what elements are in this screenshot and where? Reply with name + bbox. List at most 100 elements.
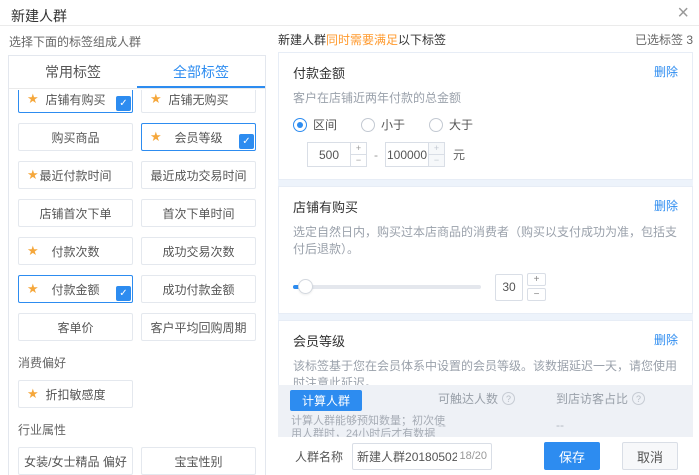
delete-link[interactable]: 删除 bbox=[654, 197, 678, 214]
section-consume-preference: 消费偏好 bbox=[18, 354, 256, 371]
stat-reachable-count: 可触达人数 ? -- bbox=[438, 390, 515, 432]
radio-icon bbox=[293, 118, 307, 132]
radio-range[interactable]: 区间 bbox=[293, 116, 337, 133]
radio-label: 小于 bbox=[381, 116, 405, 133]
tag-grid-industry: 女装/女士精品 偏好 宝宝性别 宝宝年龄 所在地区气温 bbox=[18, 447, 256, 475]
tag-item[interactable]: ★ 店铺有购买 ✓ bbox=[18, 90, 133, 113]
tag-picker-panel: 常用标签 全部标签 ★ 店铺有购买 ✓ ★ 店铺无购买 购买商品 ★ bbox=[8, 55, 266, 475]
stat-store-visit-ratio: 到店访客占比 ? -- bbox=[556, 390, 645, 432]
close-icon[interactable]: × bbox=[677, 1, 689, 25]
stat-label: 到店访客占比 bbox=[556, 390, 628, 407]
star-icon: ★ bbox=[27, 167, 39, 183]
slider-track[interactable] bbox=[293, 285, 481, 289]
tag-item[interactable]: ★ 最近付款时间 bbox=[18, 161, 133, 189]
selected-tags-area: 付款金额 删除 客户在店铺近两年付款的总金额 区间 小于 大于 bbox=[278, 52, 693, 385]
char-counter: 18/20 bbox=[459, 450, 487, 462]
tag-label: 成功交易次数 bbox=[162, 243, 234, 260]
right-panel-heading: 已选标签 3 新建人群同时需要满足以下标签 bbox=[278, 31, 693, 48]
tag-item[interactable]: 客户平均回购周期 bbox=[141, 313, 256, 341]
tag-item[interactable]: 店铺首次下单 bbox=[18, 199, 133, 227]
days-stepper[interactable]: + − bbox=[527, 273, 546, 301]
tag-item[interactable]: 宝宝性别 bbox=[141, 447, 256, 475]
tag-item[interactable]: 最近成功交易时间 bbox=[141, 161, 256, 189]
days-slider-row: + − bbox=[293, 273, 678, 301]
radio-greater-than[interactable]: 大于 bbox=[429, 116, 473, 133]
plus-icon[interactable]: + bbox=[351, 143, 366, 155]
tag-item[interactable]: ★ 折扣敏感度 bbox=[18, 380, 133, 408]
plus-icon[interactable]: + bbox=[429, 143, 444, 155]
stat-value: -- bbox=[556, 418, 645, 432]
tag-item[interactable]: ★ 付款次数 bbox=[18, 237, 133, 265]
range-min-input[interactable] bbox=[307, 142, 351, 167]
star-icon: ★ bbox=[150, 91, 162, 107]
help-icon[interactable]: ? bbox=[502, 392, 515, 405]
heading-highlight: 同时需要满足 bbox=[326, 33, 398, 47]
tag-item[interactable]: ★ 店铺无购买 bbox=[141, 90, 256, 113]
tag-label: 首次下单时间 bbox=[162, 205, 234, 222]
days-input[interactable] bbox=[495, 274, 523, 301]
heading-prefix: 新建人群 bbox=[278, 33, 326, 47]
minus-icon[interactable]: − bbox=[429, 155, 444, 166]
selected-count: 已选标签 3 bbox=[635, 31, 693, 48]
tag-item[interactable]: 成功交易次数 bbox=[141, 237, 256, 265]
audience-name-field: 18/20 bbox=[352, 443, 492, 470]
dialog-header: 新建人群 × bbox=[0, 0, 699, 26]
card-payment-amount: 付款金额 删除 客户在店铺近两年付款的总金额 区间 小于 大于 bbox=[278, 52, 693, 180]
range-separator: - bbox=[374, 148, 378, 162]
star-icon: ★ bbox=[27, 281, 39, 297]
tag-list[interactable]: ★ 店铺有购买 ✓ ★ 店铺无购买 购买商品 ★ 会员等级 ✓ ★ bbox=[9, 90, 265, 475]
max-stepper[interactable]: + − bbox=[429, 142, 445, 167]
tag-label: 客户平均回购周期 bbox=[150, 319, 246, 336]
tag-item[interactable]: 女装/女士精品 偏好 bbox=[18, 447, 133, 475]
card-title: 会员等级 bbox=[293, 331, 678, 350]
tag-label: 客单价 bbox=[57, 319, 93, 336]
tag-item[interactable]: 首次下单时间 bbox=[141, 199, 256, 227]
radio-less-than[interactable]: 小于 bbox=[361, 116, 405, 133]
tag-tabs: 常用标签 全部标签 bbox=[9, 56, 265, 89]
radio-icon bbox=[429, 118, 443, 132]
minus-icon[interactable]: − bbox=[351, 155, 366, 166]
tag-label: 购买商品 bbox=[51, 129, 99, 146]
stat-value: -- bbox=[438, 418, 515, 432]
save-button[interactable]: 保存 bbox=[544, 442, 600, 470]
tag-label: 女装/女士精品 偏好 bbox=[24, 453, 127, 470]
tab-common-tags[interactable]: 常用标签 bbox=[9, 56, 137, 88]
star-icon: ★ bbox=[27, 243, 39, 259]
slider-handle[interactable] bbox=[298, 279, 313, 294]
card-title: 店铺有购买 bbox=[293, 197, 678, 216]
range-unit: 元 bbox=[453, 146, 465, 163]
cancel-button[interactable]: 取消 bbox=[622, 442, 678, 470]
plus-icon[interactable]: + bbox=[527, 273, 546, 286]
audience-name-input[interactable] bbox=[357, 449, 457, 463]
min-stepper[interactable]: + − bbox=[351, 142, 367, 167]
range-max-input[interactable] bbox=[385, 142, 429, 167]
tag-grid-consume: ★ 折扣敏感度 bbox=[18, 380, 256, 408]
card-description: 客户在店铺近两年付款的总金额 bbox=[293, 89, 678, 106]
create-audience-dialog: 新建人群 × 选择下面的标签组成人群 常用标签 全部标签 ★ 店铺有购买 ✓ ★… bbox=[0, 0, 699, 475]
tag-label: 折扣敏感度 bbox=[45, 386, 105, 403]
delete-link[interactable]: 删除 bbox=[654, 63, 678, 80]
minus-icon[interactable]: − bbox=[527, 288, 546, 301]
tag-label: 宝宝性别 bbox=[174, 453, 222, 470]
card-description: 选定自然日内，购买过本店商品的消费者（购买以支付成功为准，包括支付后退款）。 bbox=[293, 223, 678, 257]
tag-item[interactable]: 成功付款金额 bbox=[141, 275, 256, 303]
radio-label: 区间 bbox=[313, 116, 337, 133]
tag-item[interactable]: ★ 会员等级 ✓ bbox=[141, 123, 256, 151]
tag-label: 最近成功交易时间 bbox=[150, 167, 246, 184]
tab-all-tags[interactable]: 全部标签 bbox=[137, 56, 265, 88]
tag-label: 店铺有购买 bbox=[45, 91, 105, 108]
tag-item[interactable]: 客单价 bbox=[18, 313, 133, 341]
tag-item[interactable]: 购买商品 bbox=[18, 123, 133, 151]
check-badge-icon: ✓ bbox=[116, 96, 131, 111]
check-badge-icon: ✓ bbox=[116, 286, 131, 301]
calculate-audience-button[interactable]: 计算人群 bbox=[290, 390, 362, 411]
audience-name-label: 人群名称 bbox=[295, 448, 343, 465]
tag-label: 付款金额 bbox=[51, 281, 99, 298]
calc-panel: 计算人群 计算人群能够预知数量；初次使用人群时，24小时后才有数据 可触达人数 … bbox=[278, 385, 693, 437]
tag-label: 付款次数 bbox=[51, 243, 99, 260]
help-icon[interactable]: ? bbox=[632, 392, 645, 405]
heading-suffix: 以下标签 bbox=[398, 33, 446, 47]
tag-item[interactable]: ★ 付款金额 ✓ bbox=[18, 275, 133, 303]
tag-grid-default: ★ 店铺有购买 ✓ ★ 店铺无购买 购买商品 ★ 会员等级 ✓ ★ bbox=[18, 90, 256, 341]
delete-link[interactable]: 删除 bbox=[654, 331, 678, 348]
